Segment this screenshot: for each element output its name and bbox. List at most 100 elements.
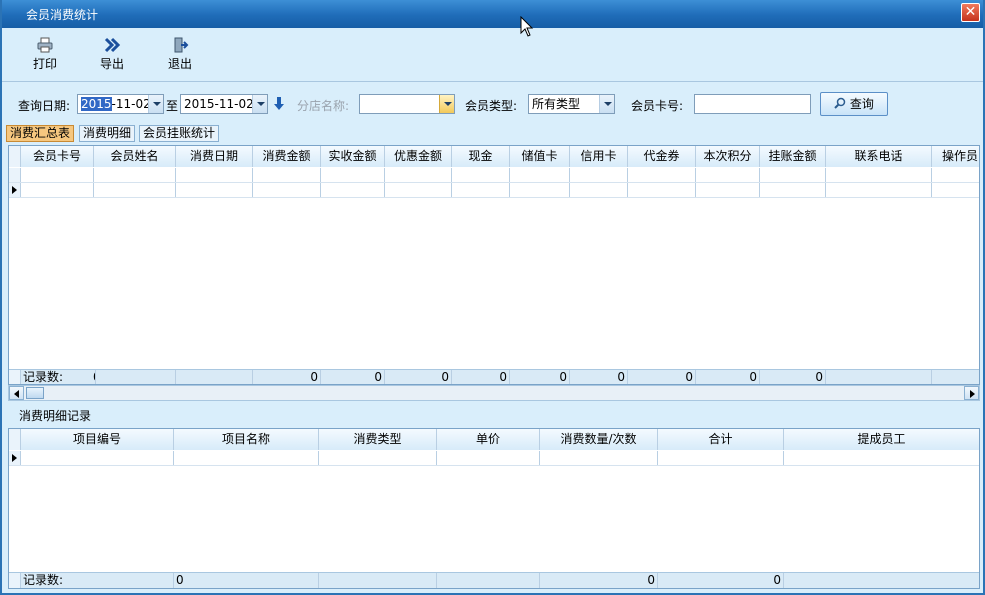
chevron-down-icon[interactable]	[599, 95, 614, 113]
summary-grid-footer: 0000000000记录数:	[9, 369, 979, 384]
cell-8[interactable]	[510, 183, 570, 197]
cell-12[interactable]	[760, 168, 826, 182]
cell-2[interactable]	[94, 183, 176, 197]
record-count-label: 记录数:	[23, 370, 64, 384]
column-header-3[interactable]: 消费类型	[319, 429, 437, 450]
cell-4[interactable]	[253, 183, 321, 197]
close-icon: ✕	[964, 4, 977, 20]
filter-bar: 查询日期: 2015-11-02 至 2015-11-02 分店名称: 会员类型…	[2, 83, 983, 123]
row-selector[interactable]	[9, 429, 21, 450]
cell-1[interactable]	[21, 168, 94, 182]
cell-12[interactable]	[760, 183, 826, 197]
column-header-8[interactable]: 储值卡	[510, 146, 570, 167]
cell-13[interactable]	[826, 168, 932, 182]
column-header-2[interactable]: 会员姓名	[94, 146, 176, 167]
search-icon	[834, 97, 846, 109]
cell-1[interactable]	[21, 451, 174, 465]
tab-summary[interactable]: 消费汇总表	[6, 125, 75, 142]
footer-total-8: 0	[510, 370, 570, 384]
double-chevron-right-icon	[104, 37, 121, 53]
column-header-2[interactable]: 项目名称	[174, 429, 319, 450]
cell-8[interactable]	[510, 168, 570, 182]
cell-11[interactable]	[696, 183, 760, 197]
column-header-1[interactable]: 会员卡号	[21, 146, 94, 167]
cell-6[interactable]	[385, 183, 452, 197]
column-header-9[interactable]: 信用卡	[570, 146, 628, 167]
cell-3[interactable]	[176, 168, 253, 182]
table-row[interactable]	[9, 451, 979, 466]
column-header-4[interactable]: 单价	[437, 429, 540, 450]
date-to-picker[interactable]: 2015-11-02	[180, 94, 268, 114]
column-header-12[interactable]: 挂账金额	[760, 146, 826, 167]
column-header-7[interactable]: 现金	[452, 146, 510, 167]
chevron-down-icon[interactable]	[252, 95, 267, 113]
query-button[interactable]: 查询	[820, 92, 888, 116]
column-header-5[interactable]: 消费数量/次数	[540, 429, 658, 450]
scroll-right-icon[interactable]	[964, 386, 979, 400]
tab-credit-stats[interactable]: 会员挂账统计	[139, 125, 220, 142]
print-button[interactable]: 打印	[19, 36, 71, 76]
cell-10[interactable]	[628, 183, 696, 197]
column-header-14[interactable]: 操作员	[932, 146, 979, 167]
chevron-down-icon[interactable]	[439, 95, 454, 113]
cell-2[interactable]	[174, 451, 319, 465]
cell-6[interactable]	[385, 168, 452, 182]
cell-3[interactable]	[176, 183, 253, 197]
branch-select[interactable]	[359, 94, 455, 114]
row-selector-arrow-icon[interactable]	[9, 183, 21, 197]
footer-total-5: 0	[321, 370, 385, 384]
horizontal-scrollbar[interactable]	[8, 385, 980, 401]
close-button[interactable]: ✕	[961, 3, 980, 22]
table-row[interactable]	[9, 168, 979, 183]
cell-1[interactable]	[21, 183, 94, 197]
row-selector[interactable]	[9, 146, 21, 167]
cell-11[interactable]	[696, 168, 760, 182]
column-header-11[interactable]: 本次积分	[696, 146, 760, 167]
chevron-down-icon[interactable]	[148, 95, 163, 113]
cell-3[interactable]	[319, 451, 437, 465]
export-button[interactable]: 导出	[86, 36, 138, 76]
scroll-thumb[interactable]	[26, 387, 44, 399]
cell-6[interactable]	[658, 451, 784, 465]
cell-14[interactable]	[932, 168, 979, 182]
cell-7[interactable]	[452, 183, 510, 197]
column-header-1[interactable]: 项目编号	[21, 429, 174, 450]
summary-grid[interactable]: 会员卡号 会员姓名 消费日期 消费金额 实收金额 优惠金额 现金 储值卡 信用卡 代金券 本次积分挂…	[8, 145, 980, 385]
cell-7[interactable]	[784, 451, 979, 465]
exit-button[interactable]: 退出	[154, 36, 206, 76]
cell-13[interactable]	[826, 183, 932, 197]
column-header-10[interactable]: 代金券	[628, 146, 696, 167]
cell-5[interactable]	[540, 451, 658, 465]
column-header-7[interactable]: 提成员工	[784, 429, 979, 450]
member-type-select[interactable]: 所有类型	[528, 94, 615, 114]
cell-7[interactable]	[452, 168, 510, 182]
detail-grid[interactable]: 项目编号 项目名称 消费类型 单价 消费数量/次数 合计 提成员工 0 0 0 记录数:	[8, 428, 980, 589]
footer-total-4	[437, 573, 540, 588]
cell-4[interactable]	[437, 451, 540, 465]
cell-5[interactable]	[321, 168, 385, 182]
cell-10[interactable]	[628, 168, 696, 182]
tab-details[interactable]: 消费明细	[79, 125, 136, 142]
scroll-left-icon[interactable]	[9, 386, 24, 400]
column-header-13[interactable]: 联系电话	[826, 146, 932, 167]
cell-14[interactable]	[932, 183, 979, 197]
footer-total-7	[784, 573, 979, 588]
column-header-3[interactable]: 消费日期	[176, 146, 253, 167]
row-selector-arrow-icon[interactable]	[9, 451, 21, 465]
arrow-down-icon[interactable]	[272, 96, 286, 112]
column-header-6[interactable]: 合计	[658, 429, 784, 450]
column-header-5[interactable]: 实收金额	[321, 146, 385, 167]
cell-5[interactable]	[321, 183, 385, 197]
cell-4[interactable]	[253, 168, 321, 182]
toolbar: 打印 导出 退出	[2, 28, 983, 82]
title-bar[interactable]: 会员消费统计 ✕	[2, 0, 983, 28]
row-selector[interactable]	[9, 168, 21, 182]
card-no-input[interactable]	[694, 94, 811, 114]
cell-9[interactable]	[570, 183, 628, 197]
table-row[interactable]	[9, 183, 979, 198]
cell-9[interactable]	[570, 168, 628, 182]
date-from-picker[interactable]: 2015-11-02	[77, 94, 164, 114]
column-header-6[interactable]: 优惠金额	[385, 146, 452, 167]
cell-2[interactable]	[94, 168, 176, 182]
column-header-4[interactable]: 消费金额	[253, 146, 321, 167]
